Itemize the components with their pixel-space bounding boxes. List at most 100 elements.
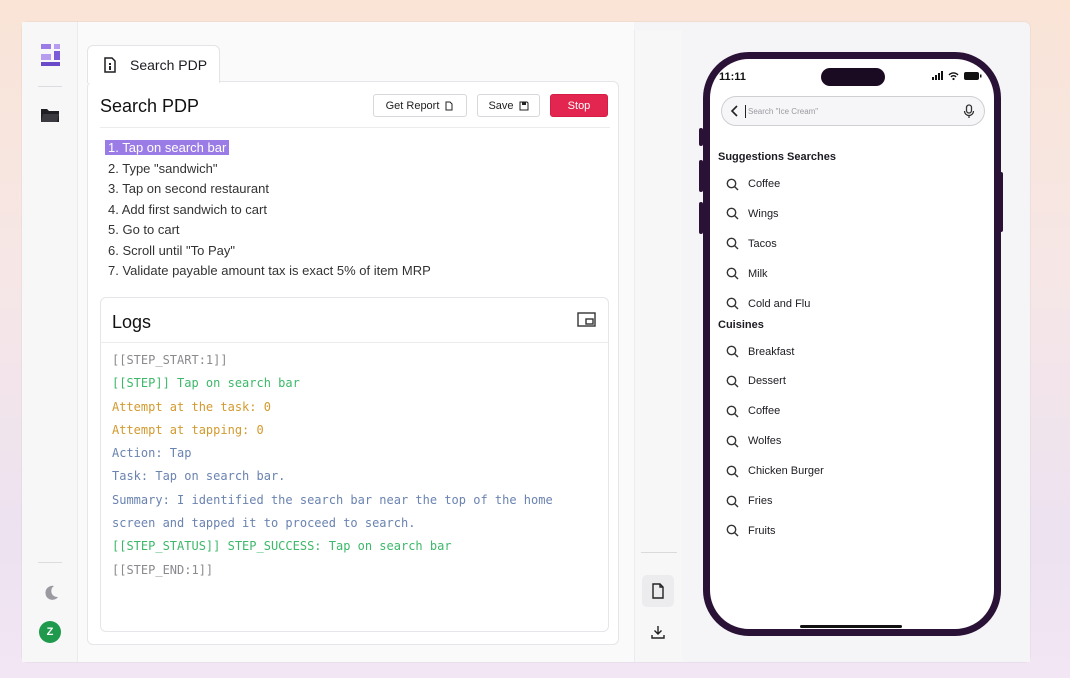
save-icon: [519, 101, 529, 110]
search-bar[interactable]: [721, 96, 985, 126]
step-text: 6. Scroll until "To Pay": [108, 242, 236, 258]
download-button[interactable]: [650, 624, 666, 640]
status-icons: [932, 71, 982, 81]
step-text: 1. Tap on search bar: [105, 140, 230, 155]
suggestion-label: Wings: [748, 207, 779, 220]
log-line: Summary: I identified the search bar nea…: [112, 492, 553, 507]
step-list: 1. Tap on search bar 2. Type "sandwich" 3.…: [105, 139, 431, 283]
avatar[interactable]: Z: [39, 621, 61, 643]
search-icon: [726, 237, 739, 250]
tool-strip: [634, 30, 682, 662]
step-item[interactable]: 4. Add first sandwich to cart: [108, 201, 431, 222]
step-text: 5. Go to cart: [108, 222, 180, 237]
step-text: 4. Add first sandwich to cart: [108, 201, 267, 217]
text-cursor: [745, 105, 746, 118]
search-icon: [726, 524, 739, 537]
page-title: Search PDP: [100, 96, 200, 116]
suggestion-item[interactable]: Cold and Flu: [726, 296, 810, 312]
log-line: Attempt at the task: 0: [112, 399, 271, 414]
suggestion-label: Coffee: [748, 178, 781, 190]
step-item[interactable]: 3. Tap on second restaurant: [108, 180, 431, 201]
moon-icon[interactable]: [42, 584, 60, 602]
step-item[interactable]: 7. Validate payable amount tax is exact …: [108, 262, 431, 283]
save-button[interactable]: Save: [477, 94, 540, 117]
search-icon: [726, 297, 739, 310]
chevron-left-icon[interactable]: [730, 105, 740, 117]
tab-label: Search PDP: [130, 56, 208, 73]
suggestion-item[interactable]: Dessert: [726, 373, 786, 389]
phone-frame: 11:11 Search "Ice Cream" Suggestions Sea…: [703, 52, 1001, 636]
mic-icon[interactable]: [963, 104, 975, 119]
suggestion-label: Coffee: [748, 405, 781, 418]
search-input[interactable]: [748, 103, 948, 119]
suggestion-label: Tacos: [748, 237, 777, 250]
suggestion-label: Cold and Flu: [748, 297, 811, 310]
step-text: 2. Type "sandwich": [108, 160, 218, 176]
home-indicator[interactable]: [800, 625, 902, 628]
suggestion-item[interactable]: Tacos: [726, 236, 777, 252]
status-time: 11:11: [719, 71, 746, 83]
log-line: screen and tapped it to proceed to searc…: [112, 516, 416, 531]
log-line: [[STEP_START:1]]: [112, 353, 228, 367]
search-icon: [726, 435, 739, 448]
search-icon: [726, 405, 739, 418]
folder-icon[interactable]: [40, 106, 60, 124]
suggestion-label: Breakfast: [748, 345, 795, 358]
log-line: [[STEP]] Tap on search bar: [112, 376, 300, 391]
search-icon: [726, 495, 739, 507]
document-icon: [652, 583, 664, 599]
step-item[interactable]: 2. Type "sandwich": [108, 160, 431, 181]
suggestion-item[interactable]: Breakfast: [726, 344, 794, 360]
dynamic-island: [821, 68, 885, 86]
left-rail: Z: [22, 22, 78, 662]
search-icon: [726, 267, 739, 280]
suggestion-label: Dessert: [748, 375, 786, 388]
tab-search-pdp[interactable]: Search PDP: [87, 45, 220, 83]
device-preview: 11:11 Search "Ice Cream" Suggestions Sea…: [682, 30, 1030, 662]
app-window: Z Search PDP Search PDP Get Report Save …: [22, 22, 1030, 662]
search-icon: [726, 375, 739, 388]
save-label: Save: [488, 99, 514, 112]
search-icon: [726, 178, 739, 190]
app-logo-icon[interactable]: [38, 42, 64, 68]
picture-in-picture-icon[interactable]: [577, 312, 596, 327]
suggestion-item[interactable]: Fruits: [726, 523, 776, 539]
suggestion-item[interactable]: Chicken Burger: [726, 463, 824, 479]
step-text: 3. Tap on second restaurant: [108, 181, 269, 196]
logs-panel: Logs [[STEP_START:1]] [[STEP]] Tap on sea…: [100, 297, 609, 632]
main-panel: Search PDP Search PDP Get Report Save St…: [78, 22, 634, 662]
search-icon: [726, 207, 739, 220]
suggestion-label: Fruits: [748, 524, 776, 537]
step-item[interactable]: 6. Scroll until "To Pay": [108, 242, 431, 263]
step-item[interactable]: 5. Go to cart: [108, 221, 431, 242]
log-lines: [[STEP_START:1]] [[STEP]] Tap on search b…: [112, 349, 553, 582]
divider: [101, 342, 608, 343]
search-icon: [726, 465, 739, 478]
divider: [641, 552, 677, 553]
log-line: [[STEP_STATUS]] STEP_SUCCESS: Tap on sea…: [112, 539, 452, 554]
suggestion-item[interactable]: Milk: [726, 266, 768, 282]
step-text: 7. Validate payable amount tax is exact …: [108, 263, 431, 278]
get-report-button[interactable]: Get Report: [373, 94, 467, 117]
suggestion-item[interactable]: Wings: [726, 206, 779, 222]
suggestion-item[interactable]: Coffee: [726, 176, 780, 192]
log-line: [[STEP_END:1]]: [112, 562, 214, 577]
stop-label: Stop: [567, 99, 591, 112]
suggestion-item[interactable]: Coffee: [726, 403, 780, 419]
get-report-label: Get Report: [385, 99, 440, 112]
suggestion-item[interactable]: Wolfes: [726, 433, 781, 449]
step-item[interactable]: 1. Tap on search bar: [105, 139, 431, 160]
rail-divider: [38, 562, 62, 563]
logs-title: Logs: [112, 312, 152, 332]
suggestion-label: Wolfes: [748, 435, 782, 448]
section-title: Suggestions Searches: [718, 151, 836, 163]
stop-button[interactable]: Stop: [550, 94, 608, 117]
suggestion-label: Milk: [748, 267, 768, 280]
log-line: Attempt at tapping: 0: [112, 422, 264, 437]
document-button[interactable]: [642, 575, 674, 607]
document-icon: [104, 56, 116, 73]
log-line: Action: Tap: [112, 446, 192, 461]
test-card: Search PDP Get Report Save Stop 1. Tap o…: [87, 81, 619, 645]
divider: [100, 127, 610, 128]
suggestion-item[interactable]: Fries: [726, 493, 772, 509]
